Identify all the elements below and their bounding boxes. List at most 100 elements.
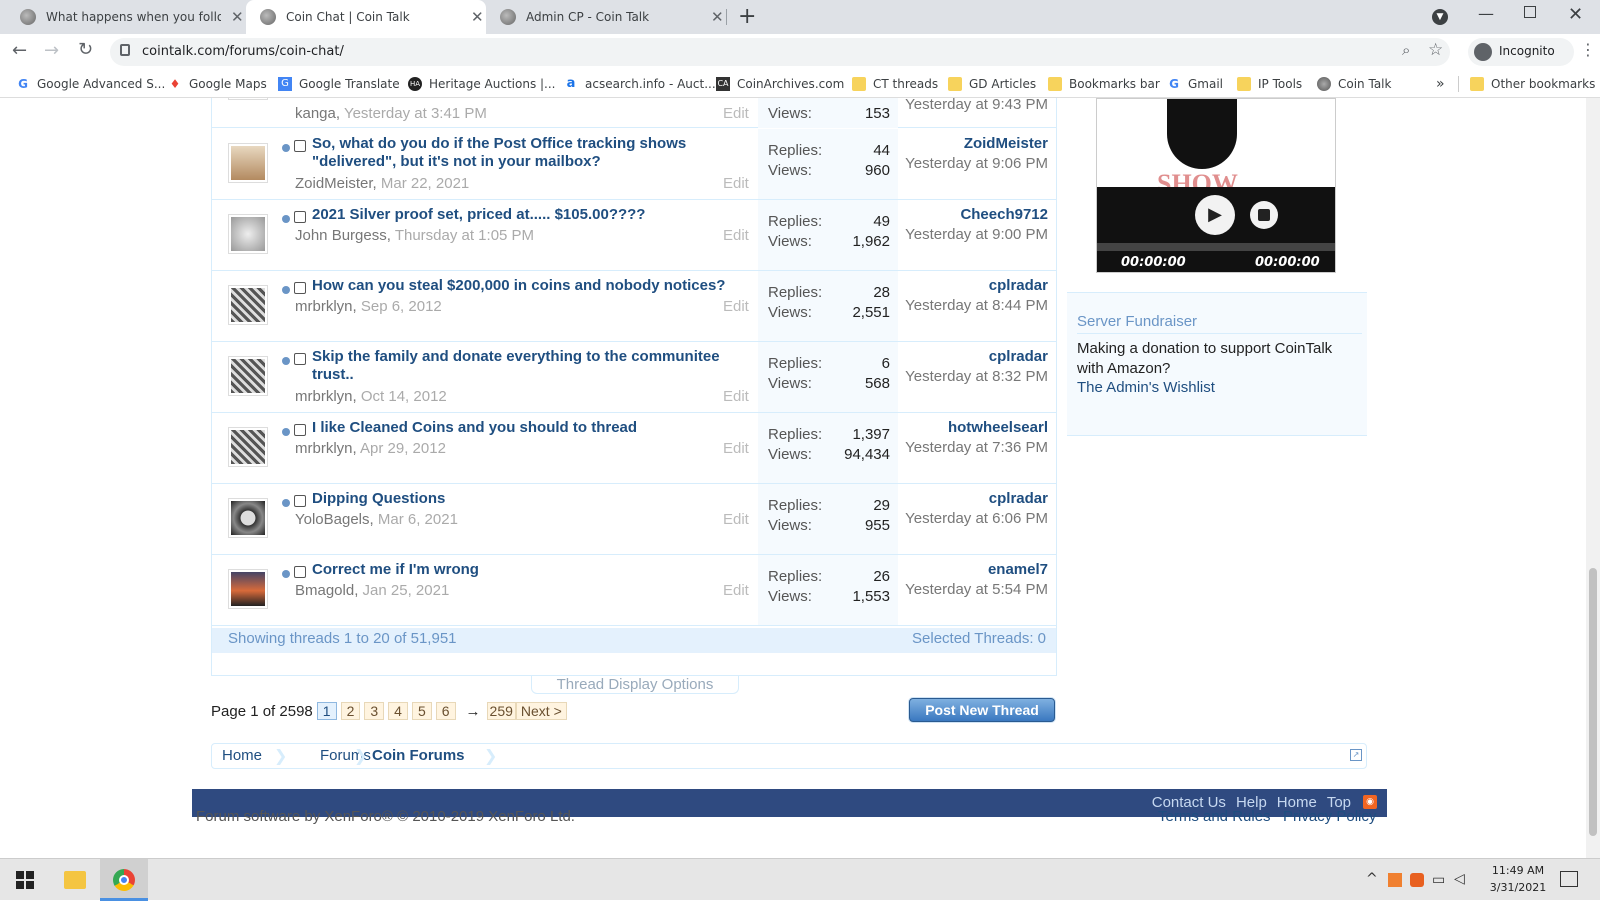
thread-date[interactable]: Mar 6, 2021 <box>378 511 458 528</box>
author-link[interactable]: mrbrklyn <box>295 298 353 315</box>
avatar[interactable] <box>228 285 268 325</box>
thread-title-link[interactable]: 2021 Silver proof set, priced at..... $1… <box>312 206 752 224</box>
author-link[interactable]: John Burgess <box>295 227 387 244</box>
last-post-user[interactable]: cplradar <box>898 489 1048 509</box>
bookmark-folder[interactable]: Bookmarks bar <box>1048 74 1160 94</box>
thread-title-link[interactable]: Correct me if I'm wrong <box>312 561 752 579</box>
edit-link[interactable]: Edit <box>723 227 749 244</box>
breadcrumb-coin-forums[interactable]: Coin Forums <box>372 747 465 764</box>
menu-kebab-icon[interactable]: ⋮ <box>1580 40 1596 59</box>
other-bookmarks-folder[interactable]: Other bookmarks <box>1470 74 1595 94</box>
tray-app-icon[interactable] <box>1410 873 1424 887</box>
last-post-user[interactable]: hotwheelsearl <box>898 418 1048 438</box>
avatar[interactable] <box>228 143 268 183</box>
bookmark-item[interactable]: HA Heritage Auctions |... <box>408 74 556 94</box>
notifications-icon[interactable] <box>1560 871 1578 887</box>
author-link[interactable]: YoloBagels <box>295 511 370 528</box>
page-link[interactable]: 6 <box>435 702 456 720</box>
jump-to-icon[interactable]: ↗ <box>1350 749 1362 761</box>
thread-title-link[interactable]: I like Cleaned Coins and you should to t… <box>312 419 752 437</box>
thread-date[interactable]: Mar 22, 2021 <box>381 175 469 192</box>
bookmark-item[interactable]: ♦ Google Maps <box>168 74 267 94</box>
last-post-time[interactable]: Yesterday at 5:54 PM <box>898 580 1048 600</box>
author-link[interactable]: ZoidMeister <box>295 175 373 192</box>
last-post-time[interactable]: Yesterday at 6:06 PM <box>898 509 1048 529</box>
edit-link[interactable]: Edit <box>723 175 749 192</box>
post-new-thread-button[interactable]: Post New Thread <box>909 698 1055 722</box>
page-link-current[interactable]: 1 <box>316 702 337 720</box>
edit-link[interactable]: Edit <box>723 298 749 315</box>
last-post-time[interactable]: Yesterday at 8:44 PM <box>898 296 1048 316</box>
last-post-user[interactable]: enamel7 <box>898 560 1048 580</box>
thread-date[interactable]: Apr 29, 2012 <box>360 440 446 457</box>
thread-title-link[interactable]: How can you steal $200,000 in coins and … <box>312 277 752 295</box>
edit-link[interactable]: Edit <box>723 388 749 405</box>
thread-date[interactable]: Oct 14, 2012 <box>361 388 447 405</box>
clock-time[interactable]: 11:49 AM <box>1488 864 1548 877</box>
file-explorer-icon[interactable] <box>64 871 86 889</box>
bookmark-folder[interactable]: IP Tools <box>1237 74 1302 94</box>
last-post-time[interactable]: Yesterday at 9:00 PM <box>898 225 1048 245</box>
author-link[interactable]: Bmagold <box>295 582 354 599</box>
thread-select-checkbox[interactable] <box>294 140 306 152</box>
breadcrumb-home[interactable]: Home <box>222 747 262 764</box>
bookmark-folder[interactable]: CT threads <box>852 74 938 94</box>
thread-select-checkbox[interactable] <box>294 211 306 223</box>
bookmark-item[interactable]: G Google Translate <box>278 74 400 94</box>
zoom-icon[interactable]: ⌕ <box>1402 41 1410 59</box>
page-scrollbar[interactable] <box>1586 98 1600 858</box>
last-post-time[interactable]: Yesterday at 9:43 PM <box>905 98 1048 113</box>
avatar[interactable] <box>228 427 268 467</box>
last-post-time[interactable]: Yesterday at 7:36 PM <box>898 438 1048 458</box>
page-link[interactable]: 4 <box>388 702 408 720</box>
last-post-user[interactable]: ZoidMeister <box>898 134 1048 154</box>
edit-link[interactable]: Edit <box>723 440 749 457</box>
bookmark-folder[interactable]: GD Articles <box>948 74 1036 94</box>
minimize-icon[interactable]: — <box>1478 4 1494 23</box>
progress-track[interactable] <box>1097 243 1335 251</box>
tray-app-icon[interactable] <box>1388 873 1402 887</box>
avatar[interactable] <box>228 98 268 100</box>
address-bar[interactable]: cointalk.com/forums/coin-chat/ ⌕ ☆ <box>110 38 1450 66</box>
clock-date[interactable]: 3/31/2021 <box>1488 881 1548 894</box>
scrollbar-thumb[interactable] <box>1589 568 1597 836</box>
page-link[interactable]: 2 <box>340 702 361 720</box>
avatar[interactable] <box>228 569 268 609</box>
thread-title-link[interactable]: So, what do you do if the Post Office tr… <box>312 135 752 171</box>
thread-select-checkbox[interactable] <box>294 282 306 294</box>
browser-tab-active[interactable]: Coin Chat | Coin Talk ✕ <box>246 0 486 34</box>
close-tab-icon[interactable]: ✕ <box>471 8 484 26</box>
thread-date[interactable]: Thursday at 1:05 PM <box>395 227 534 244</box>
restore-icon[interactable] <box>1524 6 1536 18</box>
close-window-icon[interactable]: ✕ <box>1568 4 1583 25</box>
bookmark-item[interactable]: Coin Talk <box>1317 74 1391 94</box>
last-post-user[interactable]: Cheech9712 <box>898 205 1048 225</box>
selected-threads[interactable]: Selected Threads: 0 <box>912 630 1046 647</box>
url-text[interactable]: cointalk.com/forums/coin-chat/ <box>142 44 344 59</box>
forward-icon[interactable]: → <box>44 40 59 61</box>
terms-link[interactable]: Terms and Rules <box>1158 808 1271 825</box>
reload-icon[interactable]: ↻ <box>78 39 93 60</box>
thread-display-options[interactable]: Thread Display Options <box>531 676 739 694</box>
thread-date[interactable]: Sep 6, 2012 <box>361 298 442 315</box>
last-post-time[interactable]: Yesterday at 8:32 PM <box>898 367 1048 387</box>
new-tab-button[interactable]: + <box>738 4 756 29</box>
windows-start-icon[interactable] <box>16 871 34 889</box>
thread-select-checkbox[interactable] <box>294 424 306 436</box>
browser-tab[interactable]: What happens when you follow s ✕ <box>6 0 246 34</box>
author-link[interactable]: mrbrklyn <box>295 440 353 457</box>
rss-icon[interactable]: ◉ <box>1363 795 1377 809</box>
radio-player-widget[interactable]: SHOW ▶ 00:00:00 00:00:00 <box>1096 98 1336 273</box>
tab-search-icon[interactable]: ▼ <box>1432 9 1448 25</box>
author-link[interactable]: mrbrklyn <box>295 388 353 405</box>
avatar[interactable] <box>228 356 268 396</box>
last-post-user[interactable]: cplradar <box>898 347 1048 367</box>
show-hidden-icons[interactable]: ^ <box>1366 871 1378 887</box>
bookmark-item[interactable]: a acsearch.info - Auct... <box>564 74 716 94</box>
thread-date[interactable]: Yesterday at 3:41 PM <box>344 105 487 122</box>
volume-icon[interactable]: ◁ <box>1454 871 1465 887</box>
incognito-badge[interactable]: Incognito <box>1468 38 1574 66</box>
thread-select-checkbox[interactable] <box>294 495 306 507</box>
star-bookmark-icon[interactable]: ☆ <box>1428 40 1443 60</box>
thread-title-link[interactable]: Dipping Questions <box>312 490 752 508</box>
